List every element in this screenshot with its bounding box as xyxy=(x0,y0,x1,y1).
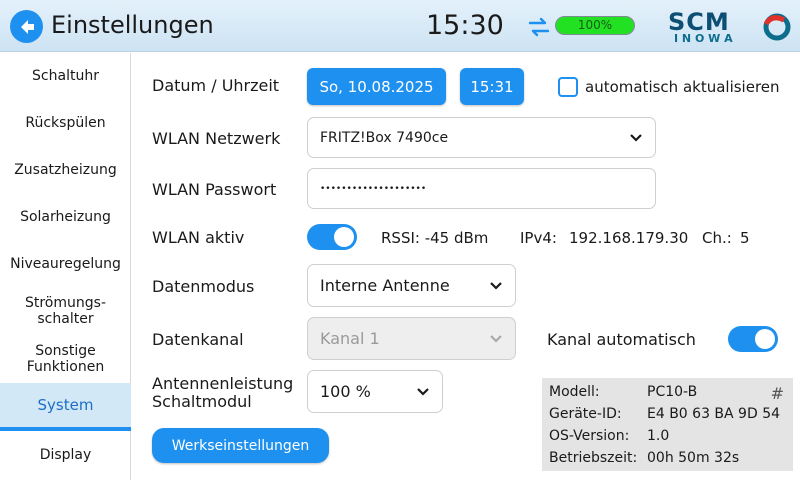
sidebar-item-label: Zusatzheizung xyxy=(14,161,117,178)
datachannel-label: Datenkanal xyxy=(152,330,244,349)
sidebar-item-label: Solarheizung xyxy=(20,208,111,225)
sync-arrows-icon xyxy=(528,17,550,37)
antenna-power-select[interactable]: 100 % xyxy=(307,370,443,413)
info-device-id-label: Geräte-ID: xyxy=(549,406,622,422)
sidebar-item-stroemungsschalter[interactable]: Strömungs- schalter xyxy=(0,287,131,335)
battery-indicator: 100% xyxy=(555,16,635,35)
sidebar-item-solarheizung[interactable]: Solarheizung xyxy=(0,193,131,240)
channel-auto-toggle[interactable] xyxy=(728,326,778,352)
info-uptime-label: Betriebszeit: xyxy=(549,450,638,466)
wlan-password-value: •••••••••••••••••••• xyxy=(320,183,427,194)
header-clock: 15:30 xyxy=(426,10,504,41)
ipv4-value: 192.168.179.30 xyxy=(569,229,689,247)
antenna-power-value: 100 % xyxy=(320,382,371,401)
sidebar-item-label: Niveauregelung xyxy=(10,255,121,272)
scm-inowa-logo: SCM I N O W A xyxy=(668,8,791,44)
sidebar-item-rueckspuelen[interactable]: Rückspülen xyxy=(0,99,131,146)
antenna-power-label: Antennenleistung Schaltmodul xyxy=(152,374,294,411)
ipv4-label: IPv4: xyxy=(520,229,557,247)
sidebar-item-label: Sonstige Funktionen xyxy=(26,343,105,375)
hash-icon: # xyxy=(770,384,784,403)
datamode-select[interactable]: Interne Antenne xyxy=(307,264,516,307)
auto-update-label: automatisch aktualisieren xyxy=(585,78,780,96)
factory-reset-button[interactable]: Werkseinstellungen xyxy=(152,428,329,463)
wlan-password-input[interactable]: •••••••••••••••••••• xyxy=(307,168,656,209)
chevron-down-icon xyxy=(630,133,642,142)
time-button[interactable]: 15:31 xyxy=(460,68,524,105)
datachannel-select: Kanal 1 xyxy=(307,317,516,360)
info-os-version-value: 1.0 xyxy=(647,428,670,444)
sidebar-item-niveauregelung[interactable]: Niveauregelung xyxy=(0,240,131,287)
channel-value: 5 xyxy=(740,229,750,247)
chevron-down-icon xyxy=(490,334,502,343)
info-uptime-value: 00h 50m 32s xyxy=(647,450,740,466)
datamode-label: Datenmodus xyxy=(152,277,255,296)
sidebar-item-label: Rückspülen xyxy=(25,114,106,131)
rssi-value: RSSI: -45 dBm xyxy=(381,229,489,247)
info-model-label: Modell: xyxy=(549,384,600,400)
wlan-active-label: WLAN aktiv xyxy=(152,228,245,247)
sidebar-item-sonstige-funktionen[interactable]: Sonstige Funktionen xyxy=(0,335,131,383)
sidebar-item-system[interactable]: System xyxy=(0,383,131,431)
header-bar: Einstellungen 15:30 100% SCM I N O W A xyxy=(0,0,800,52)
info-os-version-label: OS-Version: xyxy=(549,428,630,444)
wlan-network-value: FRITZ!Box 7490ce xyxy=(320,129,449,146)
sidebar-item-display[interactable]: Display xyxy=(0,432,131,478)
date-button[interactable]: So, 10.08.2025 xyxy=(307,68,446,105)
battery-label: 100% xyxy=(577,18,613,32)
info-model-value: PC10-B xyxy=(647,384,698,400)
wlan-active-toggle[interactable] xyxy=(307,224,357,250)
sidebar-item-zusatzheizung[interactable]: Zusatzheizung xyxy=(0,146,131,193)
sidebar-item-label: System xyxy=(37,396,94,414)
logo-sub-text: I N O W A xyxy=(674,32,733,44)
back-button[interactable] xyxy=(10,10,43,43)
chevron-down-icon xyxy=(490,281,502,290)
channel-auto-label: Kanal automatisch xyxy=(547,330,696,349)
wlan-network-label: WLAN Netzwerk xyxy=(152,129,281,148)
wlan-network-select[interactable]: FRITZ!Box 7490ce xyxy=(307,117,656,158)
sidebar-item-label: Schaltuhr xyxy=(32,68,99,84)
wlan-password-label: WLAN Passwort xyxy=(152,180,277,199)
auto-update-checkbox[interactable] xyxy=(558,77,578,97)
sidebar: Schaltuhr Rückspülen Zusatzheizung Solar… xyxy=(0,53,131,480)
arrow-left-icon xyxy=(20,19,34,34)
info-device-id-value: E4 B0 63 BA 9D 54 xyxy=(647,406,781,422)
sidebar-item-schaltuhr[interactable]: Schaltuhr xyxy=(0,53,131,99)
chevron-down-icon xyxy=(417,387,429,396)
page-title: Einstellungen xyxy=(51,11,214,39)
sidebar-item-label: Strömungs- schalter xyxy=(24,295,106,327)
datamode-value: Interne Antenne xyxy=(320,276,450,295)
toggle-knob xyxy=(334,227,354,247)
datetime-label: Datum / Uhrzeit xyxy=(152,76,280,95)
toggle-knob xyxy=(755,329,775,349)
datachannel-value: Kanal 1 xyxy=(320,329,380,348)
sidebar-item-label: Display xyxy=(39,447,92,463)
device-info-box: # Modell: PC10-B Geräte-ID: E4 B0 63 BA … xyxy=(542,378,793,471)
channel-label: Ch.: xyxy=(702,229,732,247)
